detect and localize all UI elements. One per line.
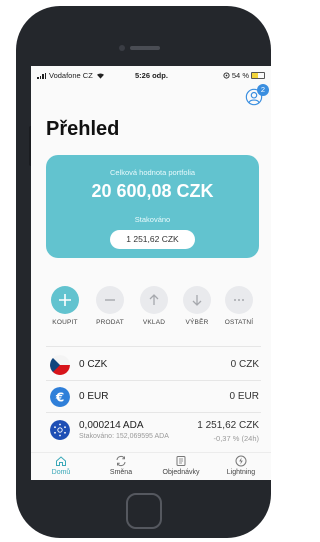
euro-icon: € <box>50 387 70 407</box>
camera-icon <box>119 45 125 51</box>
signal-icon <box>37 72 46 79</box>
nav-lightning[interactable]: Lightning <box>213 455 269 476</box>
portfolio-card: Celková hodnota portfolia 20 600,08 CZK … <box>46 155 259 258</box>
asset-name: 0,000214 ADA <box>79 420 144 431</box>
lock-rotation-icon <box>223 72 230 79</box>
orders-icon <box>176 456 186 466</box>
page-title: Přehled <box>46 118 120 140</box>
asset-name: 0 CZK <box>79 359 108 370</box>
nav-home[interactable]: Domů <box>33 455 89 476</box>
arrow-up-icon <box>149 294 159 305</box>
app-screen: Vodafone CZ 5:26 odp. 54 % 2 Přehled Cel… <box>31 66 271 480</box>
nav-orders-label: Objednávky <box>162 469 200 476</box>
asset-row-ada[interactable]: 0,000214 ADA Stakováno: 152,069595 ADA 1… <box>31 414 271 450</box>
bottom-nav: Domů Směna Objednávky Lightning <box>31 452 271 480</box>
buy-label: KOUPIT <box>52 319 78 326</box>
nav-exchange[interactable]: Směna <box>93 455 149 476</box>
status-bar: Vodafone CZ 5:26 odp. 54 % <box>31 66 271 84</box>
clock: 5:26 odp. <box>135 71 168 80</box>
carrier-label: Vodafone CZ <box>49 71 93 80</box>
wifi-icon <box>96 73 104 79</box>
exchange-icon <box>116 455 126 467</box>
svg-text:€: € <box>55 391 64 405</box>
portfolio-label: Celková hodnota portfolia <box>109 168 196 177</box>
czech-flag-icon <box>50 355 70 375</box>
withdraw-button[interactable]: VÝBĚR <box>175 286 219 326</box>
sell-label: PRODAT <box>96 319 124 326</box>
arrow-down-icon <box>192 295 202 306</box>
asset-name: 0 EUR <box>79 391 109 402</box>
minus-icon <box>105 299 115 301</box>
staked-label: Stakováno <box>134 215 171 224</box>
home-button[interactable] <box>126 493 162 529</box>
deposit-label: VKLAD <box>142 319 166 326</box>
sell-button[interactable]: PRODAT <box>88 286 132 326</box>
more-button[interactable]: OSTATNÍ <box>217 286 261 326</box>
withdraw-label: VÝBĚR <box>185 319 209 326</box>
asset-value: 0 CZK <box>230 359 259 370</box>
deposit-button[interactable]: VKLAD <box>132 286 176 326</box>
more-icon <box>234 299 244 301</box>
more-label: OSTATNÍ <box>224 319 254 326</box>
home-icon <box>56 456 66 466</box>
asset-row-czk[interactable]: 0 CZK 0 CZK <box>31 349 271 379</box>
divider <box>46 412 261 413</box>
cardano-icon <box>50 420 70 440</box>
asset-change-24h: -0,37 % (24h) <box>213 434 259 443</box>
nav-lightning-label: Lightning <box>226 469 256 476</box>
buy-button[interactable]: KOUPIT <box>43 286 87 326</box>
plus-icon <box>59 294 71 306</box>
nav-home-label: Domů <box>51 469 71 476</box>
portfolio-value: 20 600,08 CZK <box>91 181 214 201</box>
asset-staked-amount: Stakováno: 152,069595 ADA <box>79 433 169 440</box>
divider <box>46 346 261 347</box>
speaker-grille <box>130 46 160 50</box>
notification-badge: 2 <box>257 84 269 96</box>
battery-icon <box>251 72 265 79</box>
battery-percent: 54 % <box>231 71 249 80</box>
asset-row-eur[interactable]: € 0 EUR 0 EUR <box>31 381 271 411</box>
asset-value: 1 251,62 CZK <box>197 420 259 431</box>
nav-orders[interactable]: Objednávky <box>153 455 209 476</box>
nav-exchange-label: Směna <box>109 469 133 476</box>
staked-value-pill[interactable]: 1 251,62 CZK <box>110 230 195 249</box>
lightning-icon <box>235 455 247 467</box>
asset-value: 0 EUR <box>229 391 259 402</box>
